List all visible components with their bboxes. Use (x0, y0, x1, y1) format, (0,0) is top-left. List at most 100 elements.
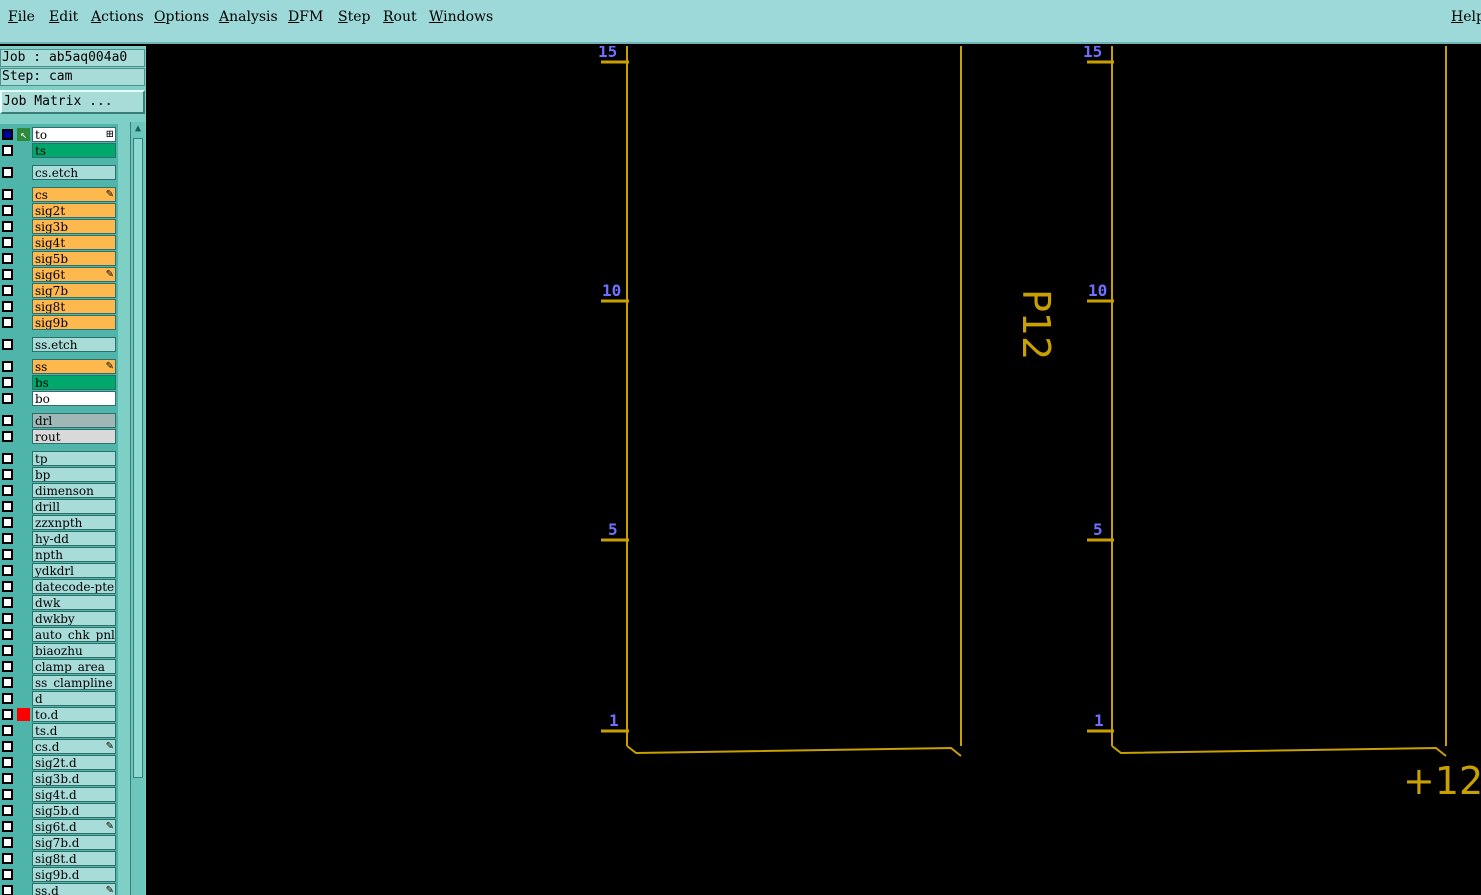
layer-checkbox[interactable] (2, 789, 13, 800)
layer-name[interactable]: bp (32, 467, 116, 482)
layer-row[interactable]: hy-dd (0, 531, 118, 546)
layer-checkbox[interactable] (2, 661, 13, 672)
layer-name[interactable]: sig2t.d (32, 755, 116, 770)
layer-name[interactable]: cs ✎ (32, 187, 116, 202)
layer-row[interactable]: ↖ to ⊞ (0, 127, 118, 142)
layer-checkbox[interactable] (2, 549, 13, 560)
layer-row[interactable]: datecode-pte (0, 579, 118, 594)
layer-checkbox[interactable] (2, 613, 13, 624)
layer-name[interactable]: clamp_area (32, 659, 116, 674)
layer-checkbox[interactable] (2, 285, 13, 296)
layer-checkbox[interactable] (2, 189, 13, 200)
layer-name[interactable]: cs.d ✎ (32, 739, 116, 754)
layer-checkbox[interactable] (2, 431, 13, 442)
layer-row[interactable]: rout (0, 429, 118, 444)
layer-name[interactable]: ss.etch (32, 337, 116, 352)
layer-list-scrollbar[interactable]: ▲ (130, 122, 145, 895)
layer-checkbox[interactable] (2, 339, 13, 350)
layer-row[interactable]: ydkdrl (0, 563, 118, 578)
layer-checkbox[interactable] (2, 205, 13, 216)
layer-name[interactable]: sig8t (32, 299, 116, 314)
layer-row[interactable]: sig9b (0, 315, 118, 330)
job-matrix-button[interactable]: Job Matrix ... (0, 90, 145, 114)
layer-row[interactable]: sig2t.d (0, 755, 118, 770)
layer-row[interactable]: ss.d ✎ (0, 883, 118, 895)
layer-checkbox[interactable] (2, 757, 13, 768)
layer-checkbox[interactable] (2, 453, 13, 464)
layer-name[interactable]: bs (32, 375, 116, 390)
layer-checkbox[interactable] (2, 253, 13, 264)
menu-step[interactable]: Step (338, 9, 370, 25)
layer-row[interactable]: sig7b (0, 283, 118, 298)
layer-row[interactable]: sig3b (0, 219, 118, 234)
layer-row[interactable]: bp (0, 467, 118, 482)
layer-row[interactable]: ts (0, 143, 118, 158)
layer-name[interactable]: ss ✎ (32, 359, 116, 374)
layer-row[interactable]: clamp_area (0, 659, 118, 674)
layer-name[interactable]: sig6t.d ✎ (32, 819, 116, 834)
menu-analysis[interactable]: Analysis (219, 9, 278, 25)
layer-row[interactable]: d (0, 691, 118, 706)
layer-name[interactable]: ts (32, 143, 116, 158)
layer-name[interactable]: sig3b.d (32, 771, 116, 786)
menu-options[interactable]: Options (154, 9, 209, 25)
layer-name[interactable]: sig4t (32, 235, 116, 250)
layer-name[interactable]: bo (32, 391, 116, 406)
layer-checkbox[interactable] (2, 485, 13, 496)
layer-name[interactable]: sig5b (32, 251, 116, 266)
layer-checkbox[interactable] (2, 581, 13, 592)
layer-checkbox[interactable] (2, 821, 13, 832)
layer-checkbox[interactable] (2, 805, 13, 816)
layer-checkbox[interactable] (2, 597, 13, 608)
layer-row[interactable]: sig2t (0, 203, 118, 218)
layer-row[interactable]: auto_chk_pnl (0, 627, 118, 642)
layer-row[interactable]: sig5b (0, 251, 118, 266)
layer-name[interactable]: ss_clampline (32, 675, 116, 690)
layer-checkbox[interactable] (2, 129, 13, 140)
layer-name[interactable]: to ⊞ (32, 127, 116, 142)
layer-checkbox[interactable] (2, 565, 13, 576)
layer-checkbox[interactable] (2, 377, 13, 388)
layer-name[interactable]: ss.d ✎ (32, 883, 116, 895)
layer-checkbox[interactable] (2, 221, 13, 232)
layer-name[interactable]: biaozhu (32, 643, 116, 658)
layer-row[interactable]: sig8t (0, 299, 118, 314)
layer-row[interactable]: sig8t.d (0, 851, 118, 866)
menu-help[interactable]: Help (1451, 9, 1481, 25)
layer-name[interactable]: hy-dd (32, 531, 116, 546)
layer-checkbox[interactable] (2, 145, 13, 156)
menu-file[interactable]: File (8, 9, 35, 25)
layer-name[interactable]: dwk (32, 595, 116, 610)
layer-row[interactable]: cs.etch (0, 165, 118, 180)
layer-name[interactable]: zzxnpth (32, 515, 116, 530)
layer-name[interactable]: sig4t.d (32, 787, 116, 802)
layer-row[interactable]: dimenson (0, 483, 118, 498)
layer-name[interactable]: sig8t.d (32, 851, 116, 866)
layer-row[interactable]: tp (0, 451, 118, 466)
layer-name[interactable]: cs.etch (32, 165, 116, 180)
graphics-canvas[interactable]: 15 10 5 1 15 10 5 1 P12 +12 (147, 46, 1481, 895)
layer-checkbox[interactable] (2, 393, 13, 404)
layer-row[interactable]: cs.d ✎ (0, 739, 118, 754)
layer-row[interactable]: sig6t.d ✎ (0, 819, 118, 834)
layer-checkbox[interactable] (2, 693, 13, 704)
layer-row[interactable]: bo (0, 391, 118, 406)
layer-row[interactable]: to.d (0, 707, 118, 722)
layer-checkbox[interactable] (2, 709, 13, 720)
layer-row[interactable]: sig5b.d (0, 803, 118, 818)
layer-row[interactable]: drill (0, 499, 118, 514)
layer-checkbox[interactable] (2, 469, 13, 480)
layer-name[interactable]: datecode-pte (32, 579, 116, 594)
layer-name[interactable]: sig6t ✎ (32, 267, 116, 282)
scroll-up-arrow-icon[interactable]: ▲ (131, 122, 145, 136)
layer-checkbox[interactable] (2, 361, 13, 372)
layer-checkbox[interactable] (2, 741, 13, 752)
layer-row[interactable]: ss.etch (0, 337, 118, 352)
layer-name[interactable]: sig9b.d (32, 867, 116, 882)
layer-name[interactable]: d (32, 691, 116, 706)
layer-row[interactable]: sig3b.d (0, 771, 118, 786)
scroll-thumb[interactable] (133, 138, 143, 778)
layer-checkbox[interactable] (2, 269, 13, 280)
layer-checkbox[interactable] (2, 317, 13, 328)
layer-row[interactable]: ss_clampline (0, 675, 118, 690)
